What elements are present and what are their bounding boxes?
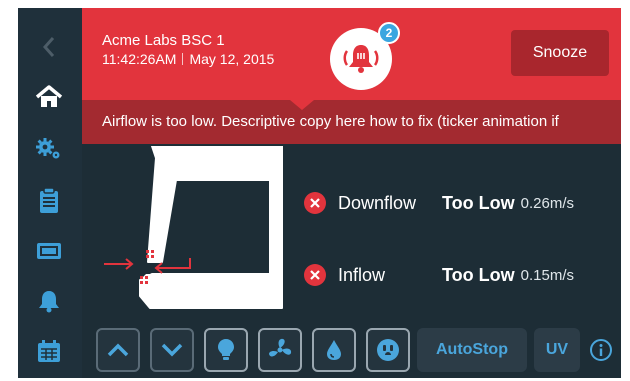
ticker-text: Airflow is too low. Descriptive copy her… [102, 113, 559, 130]
calendar-icon [38, 340, 60, 362]
fan-icon [269, 338, 292, 357]
display-icon [37, 243, 61, 259]
gas-valve-button[interactable] [312, 328, 356, 372]
snooze-button[interactable]: Snooze [511, 30, 609, 76]
light-bulb-icon [218, 339, 234, 360]
alert-timestamp: 11:42:26AM May 12, 2015 [102, 51, 274, 67]
back-button[interactable] [32, 30, 66, 64]
alert-pointer [290, 100, 314, 110]
settings-gears-icon [36, 138, 60, 159]
device-name: Acme Labs BSC 1 [102, 32, 225, 49]
uv-button[interactable]: UV [534, 328, 580, 372]
reading-downflow: Downflow Too Low 0.26m/s [304, 189, 574, 217]
alert-banner: Acme Labs BSC 1 11:42:26AM May 12, 2015 2… [82, 8, 621, 100]
alert-count-badge: 2 [378, 22, 400, 44]
light-toggle-button[interactable] [204, 328, 248, 372]
alert-date: May 12, 2015 [189, 51, 275, 67]
reading-value: 0.15m/s [520, 266, 575, 284]
water-drop-icon [327, 340, 341, 360]
outlet-toggle-button[interactable] [366, 328, 410, 372]
error-x-icon [304, 192, 326, 214]
alert-time: 11:42:26AM [102, 51, 177, 67]
fan-toggle-button[interactable] [258, 328, 302, 372]
bell-icon [39, 291, 59, 313]
chevron-down-icon [161, 343, 183, 357]
alert-ticker: Airflow is too low. Descriptive copy her… [82, 100, 621, 144]
reading-status: Too Low [442, 192, 515, 213]
reading-label: Downflow [338, 192, 417, 213]
sidebar-item-alarms[interactable] [32, 284, 66, 318]
sidebar [18, 8, 82, 378]
reading-value: 0.26m/s [520, 194, 575, 212]
scroll-down-button[interactable] [150, 328, 194, 372]
reading-inflow: Inflow Too Low 0.15m/s [304, 261, 574, 289]
ringing-bell-icon [343, 45, 379, 73]
autostop-button[interactable]: AutoStop [417, 328, 527, 372]
clipboard-icon [40, 188, 58, 213]
cabinet-diagram [104, 146, 283, 309]
sidebar-item-schedule[interactable] [32, 334, 66, 368]
chevron-up-icon [107, 343, 129, 357]
sidebar-item-display[interactable] [32, 234, 66, 268]
reading-status: Too Low [442, 264, 515, 285]
outlet-icon [377, 339, 399, 361]
device-screen: Acme Labs BSC 1 11:42:26AM May 12, 2015 2… [18, 8, 621, 378]
home-icon [35, 85, 63, 107]
separator [182, 53, 184, 65]
chevron-left-icon [42, 37, 55, 57]
reading-label: Inflow [338, 264, 386, 285]
sidebar-item-logs[interactable] [32, 184, 66, 218]
info-icon [590, 339, 612, 361]
scroll-up-button[interactable] [96, 328, 140, 372]
info-button[interactable] [589, 338, 613, 362]
sidebar-item-home[interactable] [32, 80, 66, 114]
sidebar-item-settings[interactable] [32, 132, 66, 166]
error-x-icon [304, 264, 326, 286]
